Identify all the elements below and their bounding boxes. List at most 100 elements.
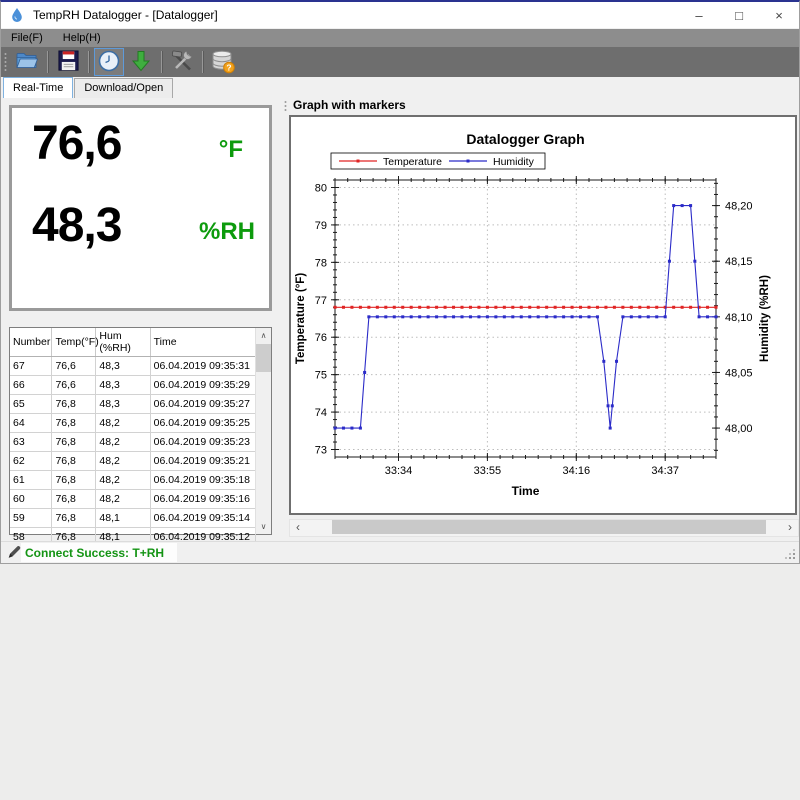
table-cell: 06.04.2019 09:35:31 [150, 357, 255, 376]
table-cell: 62 [10, 452, 52, 471]
table-cell: 60 [10, 490, 52, 509]
table-cell: 06.04.2019 09:35:25 [150, 414, 255, 433]
tools-icon [170, 49, 194, 76]
toolbar-separator [88, 51, 89, 73]
scroll-right-icon[interactable]: › [782, 520, 798, 534]
clock-icon [97, 49, 121, 76]
scrollbar-thumb[interactable] [256, 344, 271, 372]
download-icon [129, 49, 153, 76]
download-button[interactable] [126, 48, 156, 76]
app-icon [9, 7, 25, 23]
save-icon [57, 49, 80, 75]
table-row[interactable]: 6776,648,306.04.2019 09:35:31 [10, 357, 256, 376]
y-left-tick-label: 74 [315, 407, 327, 419]
temperature-unit: °F [219, 136, 243, 164]
column-header-hum[interactable]: Hum (%RH) [96, 328, 150, 357]
status-chip: Connect Success: T+RH [21, 543, 177, 562]
table-cell: 48,3 [96, 395, 150, 414]
svg-text:?: ? [226, 62, 231, 72]
table-cell: 76,6 [52, 376, 96, 395]
table-cell: 76,8 [52, 490, 96, 509]
tab-download-open[interactable]: Download/Open [74, 78, 173, 98]
table-row[interactable]: 6276,848,206.04.2019 09:35:21 [10, 452, 256, 471]
folder-open-icon [15, 49, 39, 76]
settings-button[interactable] [167, 48, 197, 76]
table-cell: 76,6 [52, 357, 96, 376]
x-tick-label: 34:16 [563, 465, 591, 477]
table-cell: 06.04.2019 09:35:14 [150, 509, 255, 528]
table-row[interactable]: 6076,848,206.04.2019 09:35:16 [10, 490, 256, 509]
device-info-button[interactable]: ? [208, 48, 238, 76]
y-right-tick-label: 48,00 [725, 423, 753, 435]
window-title: TempRH Datalogger - [Datalogger] [33, 8, 218, 22]
column-header-number[interactable]: Number [10, 328, 52, 357]
toolbar-separator [202, 51, 203, 73]
y-left-tick-label: 77 [315, 295, 327, 307]
column-header-temp[interactable]: Temp(°F) [52, 328, 96, 357]
save-button[interactable] [53, 48, 83, 76]
table-cell: 06.04.2019 09:35:18 [150, 471, 255, 490]
app-window: TempRH Datalogger - [Datalogger] – □ × F… [0, 0, 800, 564]
y-left-tick-label: 78 [315, 257, 327, 269]
database-help-icon: ? [210, 48, 236, 77]
y-left-tick-label: 75 [315, 370, 327, 382]
humidity-value: 48,3 [32, 198, 121, 253]
y-right-axis-label: Humidity (%RH) [759, 275, 771, 362]
table-cell: 48,2 [96, 471, 150, 490]
tab-strip: Real-Time Download/Open [1, 77, 799, 98]
open-button[interactable] [12, 48, 42, 76]
pen-icon [7, 545, 21, 559]
realtime-clock-button[interactable] [94, 48, 124, 76]
table-cell: 64 [10, 414, 52, 433]
column-header-time[interactable]: Time [150, 328, 255, 357]
table-cell: 76,8 [52, 471, 96, 490]
scroll-down-icon[interactable]: ∨ [256, 519, 271, 534]
x-tick-label: 33:55 [474, 465, 502, 477]
table-row[interactable]: 6576,848,306.04.2019 09:35:27 [10, 395, 256, 414]
toolbar-separator [47, 51, 48, 73]
table-cell: 06.04.2019 09:35:16 [150, 490, 255, 509]
table-cell: 06.04.2019 09:35:23 [150, 433, 255, 452]
table-cell: 76,8 [52, 509, 96, 528]
table-row[interactable]: 5976,848,106.04.2019 09:35:14 [10, 509, 256, 528]
status-message: Connect Success: T+RH [25, 546, 164, 560]
chart-svg: 33:3433:5534:1634:37737475767778798048,0… [291, 117, 795, 513]
series-humidity [335, 206, 716, 429]
title-bar: TempRH Datalogger - [Datalogger] – □ × [1, 2, 799, 28]
table-cell: 61 [10, 471, 52, 490]
table-cell: 48,2 [96, 433, 150, 452]
table-body: 6776,648,306.04.2019 09:35:316676,648,30… [10, 357, 256, 547]
y-left-tick-label: 79 [315, 220, 327, 232]
table-scrollbar[interactable]: ∧ ∨ [255, 328, 271, 534]
resize-grip[interactable] [785, 549, 795, 559]
close-button[interactable]: × [759, 2, 799, 28]
table-cell: 63 [10, 433, 52, 452]
minimize-button[interactable]: – [679, 2, 719, 28]
chart-scrollbar[interactable]: ‹ › [289, 519, 799, 537]
table-row[interactable]: 6176,848,206.04.2019 09:35:18 [10, 471, 256, 490]
x-axis-label: Time [512, 484, 540, 498]
scroll-up-icon[interactable]: ∧ [256, 328, 271, 343]
menu-help[interactable]: Help(H) [53, 29, 111, 47]
group-grip [284, 100, 287, 112]
scroll-left-icon[interactable]: ‹ [290, 520, 306, 534]
table-row[interactable]: 6476,848,206.04.2019 09:35:25 [10, 414, 256, 433]
x-tick-label: 33:34 [385, 465, 413, 477]
plot-frame [335, 180, 716, 457]
legend-temperature: Temperature [383, 156, 442, 168]
tool-bar: ? [1, 47, 799, 79]
table-cell: 66 [10, 376, 52, 395]
maximize-button[interactable]: □ [719, 2, 759, 28]
table-row[interactable]: 6676,648,306.04.2019 09:35:29 [10, 376, 256, 395]
menu-bar: File(F) Help(H) [1, 29, 799, 47]
table-cell: 65 [10, 395, 52, 414]
legend-humidity: Humidity [493, 156, 535, 168]
table-cell: 48,2 [96, 490, 150, 509]
table-cell: 06.04.2019 09:35:27 [150, 395, 255, 414]
menu-file[interactable]: File(F) [1, 29, 53, 47]
toolbar-grip[interactable] [4, 52, 7, 72]
chart-scrollbar-thumb[interactable] [332, 520, 766, 534]
tab-real-time[interactable]: Real-Time [3, 77, 73, 98]
table-row[interactable]: 6376,848,206.04.2019 09:35:23 [10, 433, 256, 452]
y-left-tick-label: 76 [315, 332, 327, 344]
